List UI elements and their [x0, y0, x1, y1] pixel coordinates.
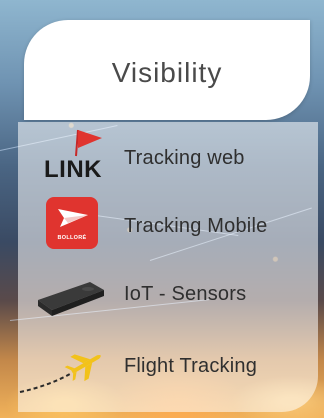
- list-item-tracking-web: LINK Tracking web: [18, 126, 318, 190]
- app-tile: BOLLORÉ: [46, 197, 98, 249]
- app-tile-caption: BOLLORÉ: [57, 235, 87, 241]
- sensor-device-shape: [38, 282, 104, 316]
- item-label: Tracking web: [124, 146, 245, 169]
- title-card: Visibility: [24, 20, 310, 120]
- list-item-flight-tracking: Flight Tracking: [18, 334, 318, 398]
- flight-path-icon: [19, 354, 101, 393]
- list-item-iot-sensors: IoT - Sensors: [18, 262, 318, 326]
- bollore-app-icon: BOLLORÉ: [18, 194, 124, 258]
- item-label: Tracking Mobile: [124, 214, 268, 237]
- link-logo-icon: LINK: [18, 126, 124, 190]
- iot-sensor-device-icon: [18, 262, 124, 326]
- page-title: Visibility: [111, 57, 223, 88]
- item-label: IoT - Sensors: [124, 282, 247, 305]
- link-logo-text: LINK: [44, 156, 102, 183]
- item-label: Flight Tracking: [124, 354, 258, 377]
- list-item-tracking-mobile: BOLLORÉ Tracking Mobile: [18, 194, 318, 258]
- airplane-icon: [18, 334, 124, 398]
